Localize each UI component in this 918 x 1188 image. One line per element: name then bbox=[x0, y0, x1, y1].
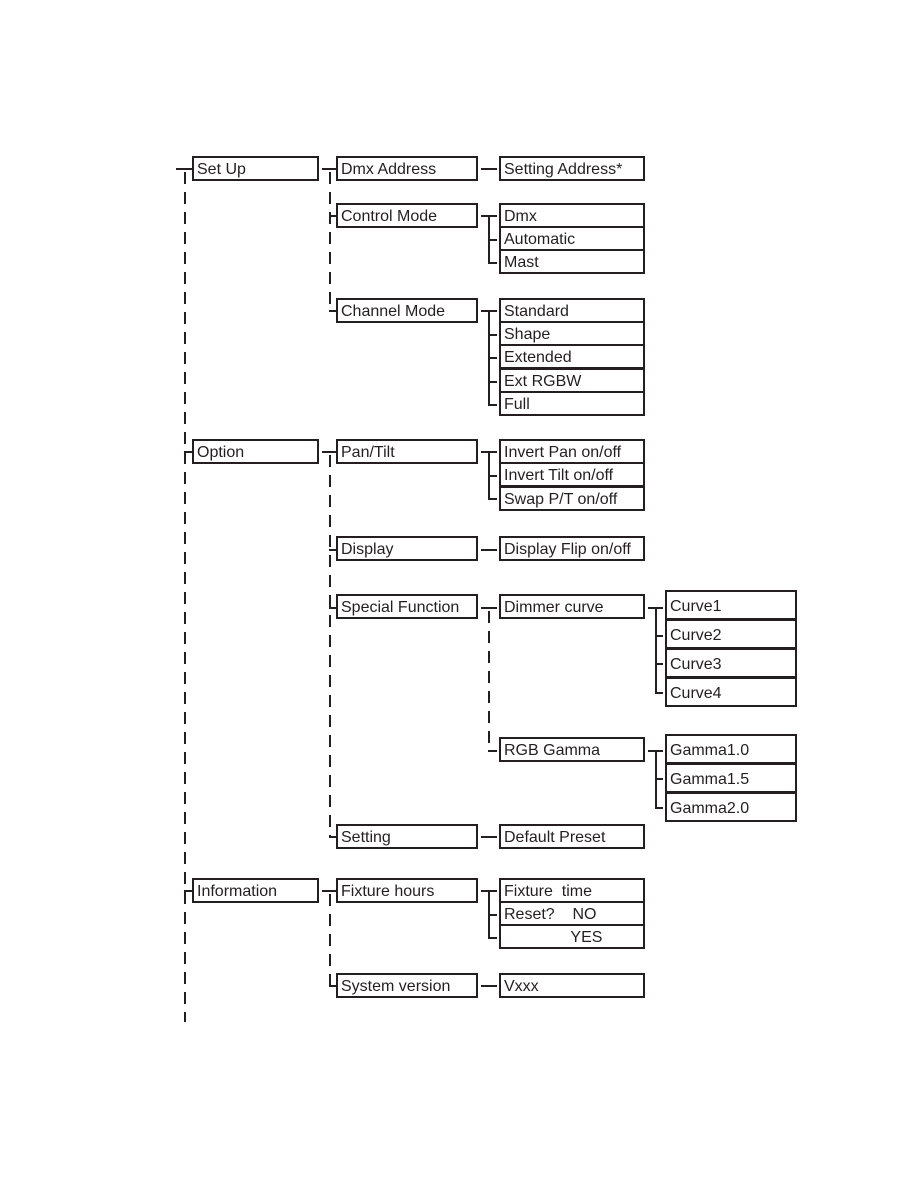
option-display-flip[interactable]: Display Flip on/off bbox=[499, 536, 645, 561]
connector-tick bbox=[488, 357, 497, 359]
menu-information[interactable]: Information bbox=[192, 878, 319, 903]
option-fixture-time[interactable]: Fixture time bbox=[499, 878, 645, 903]
option-connector-line bbox=[329, 455, 331, 838]
set-up-connector-line bbox=[329, 172, 331, 312]
connector-tick bbox=[329, 310, 336, 312]
information-connector-line bbox=[329, 894, 331, 986]
root-connector-line bbox=[184, 172, 186, 1022]
connector-tick bbox=[329, 607, 336, 609]
menu-pan-tilt[interactable]: Pan/Tilt bbox=[336, 439, 478, 464]
option-shape[interactable]: Shape bbox=[499, 321, 645, 346]
connector-tick bbox=[488, 937, 497, 939]
connector-tick bbox=[322, 168, 336, 170]
connector-tick bbox=[488, 498, 497, 500]
connector-tick bbox=[488, 381, 497, 383]
connector-tick bbox=[655, 635, 663, 637]
option-invert-tilt[interactable]: Invert Tilt on/off bbox=[499, 462, 645, 487]
option-dmx[interactable]: Dmx bbox=[499, 203, 645, 228]
connector-tick bbox=[481, 549, 497, 551]
option-default-preset[interactable]: Default Preset bbox=[499, 824, 645, 849]
connector-tick bbox=[322, 451, 336, 453]
connector-tick bbox=[488, 750, 497, 752]
connector-tick bbox=[329, 215, 336, 217]
connector-tick bbox=[329, 985, 336, 987]
connector-tick bbox=[488, 239, 497, 241]
menu-special-function[interactable]: Special Function bbox=[336, 594, 478, 619]
connector-tick bbox=[655, 692, 663, 694]
connector-line bbox=[655, 607, 657, 693]
option-gamma-1-5[interactable]: Gamma1.5 bbox=[665, 763, 797, 793]
option-reset-no[interactable]: Reset? NO bbox=[499, 901, 645, 926]
option-swap-pt[interactable]: Swap P/T on/off bbox=[499, 486, 645, 511]
option-automatic[interactable]: Automatic bbox=[499, 226, 645, 251]
connector-tick bbox=[184, 890, 192, 892]
connector-tick bbox=[655, 663, 663, 665]
option-curve3[interactable]: Curve3 bbox=[665, 648, 797, 678]
connector-tick bbox=[329, 836, 336, 838]
connector-tick bbox=[488, 914, 497, 916]
option-mast[interactable]: Mast bbox=[499, 249, 645, 274]
menu-channel-mode[interactable]: Channel Mode bbox=[336, 298, 478, 323]
option-curve2[interactable]: Curve2 bbox=[665, 619, 797, 649]
option-extended[interactable]: Extended bbox=[499, 344, 645, 369]
connector-tick bbox=[488, 404, 497, 406]
connector-tick bbox=[322, 890, 336, 892]
menu-setting[interactable]: Setting bbox=[336, 824, 478, 849]
menu-dimmer-curve[interactable]: Dimmer curve bbox=[499, 594, 645, 619]
option-gamma-2-0[interactable]: Gamma2.0 bbox=[665, 792, 797, 822]
connector-tick bbox=[481, 168, 497, 170]
option-reset-yes[interactable]: YES bbox=[499, 924, 645, 949]
option-standard[interactable]: Standard bbox=[499, 298, 645, 323]
value-system-version: Vxxx bbox=[499, 973, 645, 998]
menu-dmx-address[interactable]: Dmx Address bbox=[336, 156, 478, 181]
menu-control-mode[interactable]: Control Mode bbox=[336, 203, 478, 228]
menu-option[interactable]: Option bbox=[192, 439, 319, 464]
connector-tick bbox=[488, 475, 497, 477]
option-curve1[interactable]: Curve1 bbox=[665, 590, 797, 620]
connector-tick bbox=[488, 334, 497, 336]
connector-tick bbox=[481, 836, 497, 838]
value-setting-address[interactable]: Setting Address* bbox=[499, 156, 645, 181]
menu-display[interactable]: Display bbox=[336, 536, 478, 561]
connector-tick bbox=[481, 985, 497, 987]
connector-tick bbox=[655, 778, 663, 780]
menu-rgb-gamma[interactable]: RGB Gamma bbox=[499, 737, 645, 762]
menu-system-version[interactable]: System version bbox=[336, 973, 478, 998]
option-invert-pan[interactable]: Invert Pan on/off bbox=[499, 439, 645, 464]
special-function-connector-line bbox=[488, 611, 490, 751]
connector-tick bbox=[481, 607, 497, 609]
menu-set-up[interactable]: Set Up bbox=[192, 156, 319, 181]
option-curve4[interactable]: Curve4 bbox=[665, 677, 797, 707]
connector-tick bbox=[329, 549, 336, 551]
root-connector-tick bbox=[176, 168, 192, 170]
option-gamma-1-0[interactable]: Gamma1.0 bbox=[665, 734, 797, 764]
option-ext-rgbw[interactable]: Ext RGBW bbox=[499, 368, 645, 393]
connector-tick bbox=[488, 262, 497, 264]
connector-tick bbox=[184, 451, 192, 453]
menu-fixture-hours[interactable]: Fixture hours bbox=[336, 878, 478, 903]
connector-tick bbox=[655, 807, 663, 809]
option-full[interactable]: Full bbox=[499, 391, 645, 416]
